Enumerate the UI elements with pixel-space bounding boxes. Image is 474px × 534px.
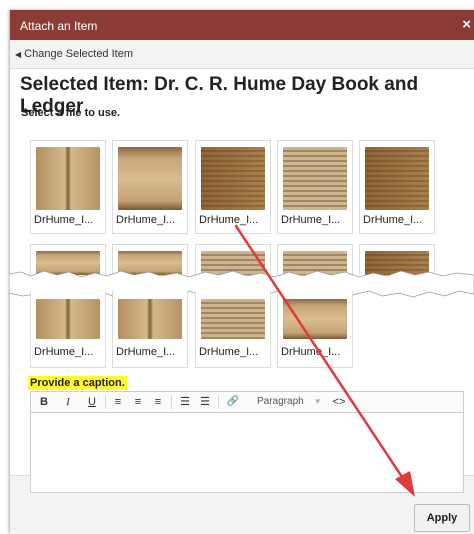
ledger-page-image — [365, 147, 429, 210]
toolbar-divider — [171, 395, 172, 409]
code-view-icon[interactable]: <> — [331, 394, 347, 410]
file-thumbnail[interactable]: DrHume_I... — [30, 291, 106, 368]
chevron-left-icon: ◀ — [15, 50, 22, 59]
change-selected-item-link[interactable]: ◀ Change Selected Item — [15, 48, 133, 60]
change-selected-item-label: Change Selected Item — [24, 48, 134, 60]
italic-button[interactable]: I — [61, 394, 75, 410]
close-icon[interactable]: × — [462, 16, 471, 33]
ledger-page-image — [118, 147, 182, 210]
ledger-page-image — [283, 299, 347, 339]
file-thumbnail-label: DrHume_I... — [34, 346, 94, 358]
file-thumbnail[interactable]: DrHume_I... — [195, 291, 271, 368]
file-thumbnail[interactable]: DrHume_I... — [112, 140, 188, 234]
align-center-icon[interactable]: ≡ — [131, 394, 145, 410]
file-thumbnail-label: DrHume_I... — [363, 214, 423, 226]
ledger-page-image — [36, 299, 100, 339]
caption-editor: B I U ≡ ≡ ≡ ☰ ☰ 🔗 Paragraph ▼ <> — [30, 391, 464, 493]
dialog-titlebar: Attach an Item × — [10, 10, 474, 40]
apply-button[interactable]: Apply — [414, 504, 470, 532]
file-thumbnail-label: DrHume_I... — [199, 346, 259, 358]
numbered-list-icon[interactable]: ☰ — [198, 394, 212, 410]
align-right-icon[interactable]: ≡ — [151, 394, 165, 410]
file-thumbnail[interactable]: DrHume_I... — [195, 140, 271, 234]
editor-toolbar: B I U ≡ ≡ ≡ ☰ ☰ 🔗 Paragraph ▼ <> — [31, 392, 463, 413]
file-thumbnail-label: DrHume_I... — [116, 214, 176, 226]
file-thumbnail-label: DrHume_I... — [281, 346, 341, 358]
file-thumbnail-label: DrHume_I... — [34, 214, 94, 226]
file-thumbnail[interactable]: DrHume_I... — [112, 291, 188, 368]
ledger-page-image — [283, 147, 347, 210]
link-icon[interactable]: 🔗 — [225, 394, 241, 410]
ledger-page-image — [201, 147, 265, 210]
toolbar-divider — [218, 395, 219, 409]
align-left-icon[interactable]: ≡ — [111, 394, 125, 410]
file-thumbnail[interactable]: DrHume_I... — [359, 140, 435, 234]
caption-text-area[interactable] — [31, 413, 463, 492]
toolbar-divider — [105, 395, 106, 409]
dialog-subbar: ◀ Change Selected Item — [10, 40, 474, 69]
chevron-down-icon: ▼ — [313, 397, 322, 406]
ledger-page-image — [201, 299, 265, 339]
file-thumbnail[interactable]: DrHume_I... — [277, 291, 353, 368]
file-thumbnail[interactable]: DrHume_I... — [277, 140, 353, 234]
bold-button[interactable]: B — [37, 394, 51, 410]
ledger-page-image — [36, 147, 100, 210]
caption-label: Provide a caption. — [28, 376, 127, 390]
file-instruction: Select a file to use. — [21, 107, 121, 119]
dialog-title: Attach an Item — [20, 19, 98, 33]
paragraph-format-label: Paragraph — [257, 396, 304, 407]
ledger-page-image — [118, 299, 182, 339]
file-thumbnail[interactable]: DrHume_I... — [30, 140, 106, 234]
bullet-list-icon[interactable]: ☰ — [178, 394, 192, 410]
file-thumbnail-label: DrHume_I... — [281, 214, 341, 226]
underline-button[interactable]: U — [85, 394, 99, 410]
file-thumbnail-label: DrHume_I... — [199, 214, 259, 226]
file-thumbnail-label: DrHume_I... — [116, 346, 176, 358]
paragraph-format-select[interactable]: Paragraph ▼ — [257, 394, 322, 410]
